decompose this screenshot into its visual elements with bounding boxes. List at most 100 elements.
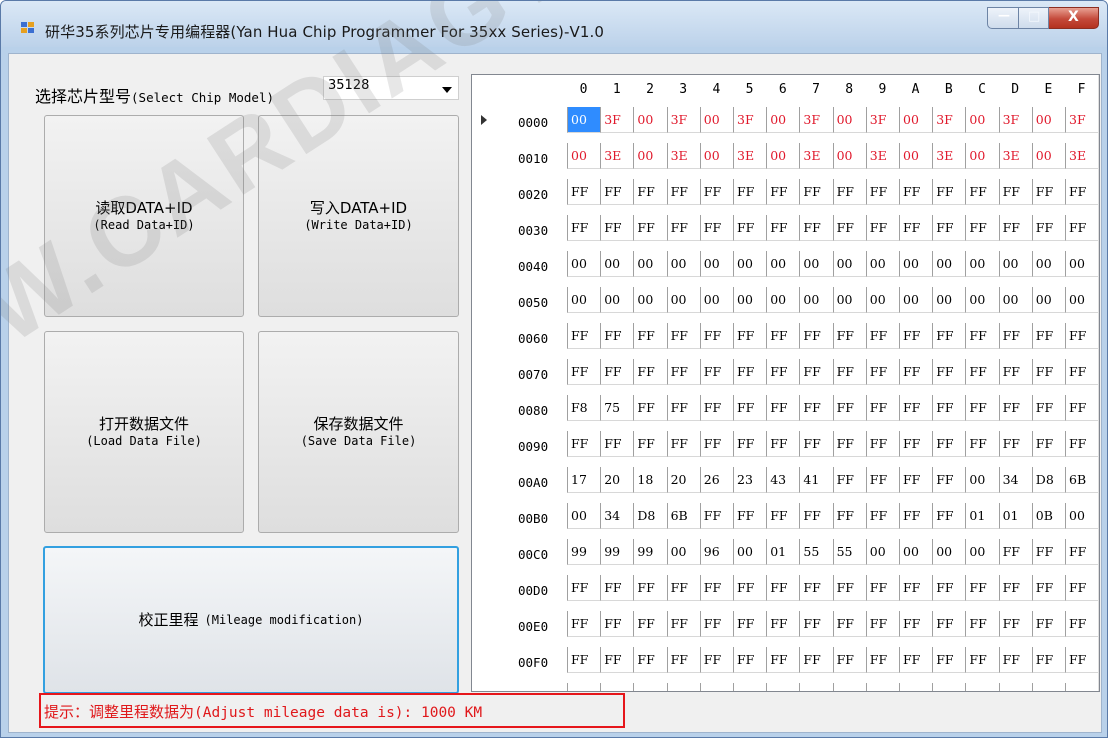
column-header[interactable]: 3	[666, 75, 700, 103]
hex-cell[interactable]: FF	[832, 467, 866, 493]
hex-cell[interactable]: FF	[1065, 683, 1098, 691]
hex-cell[interactable]: FF	[733, 611, 767, 637]
hex-cell[interactable]: 00	[567, 503, 601, 529]
hex-cell[interactable]: 3F	[600, 107, 634, 133]
hex-cell[interactable]: FF	[1065, 539, 1099, 565]
hex-cell[interactable]: 23	[733, 467, 767, 493]
hex-cell[interactable]: 00	[567, 287, 601, 313]
hex-cell[interactable]: FF	[865, 503, 899, 529]
hex-cell[interactable]: 6B	[666, 503, 700, 529]
hex-cell[interactable]: 43	[766, 467, 800, 493]
hex-cell[interactable]: FF	[832, 647, 866, 673]
hex-cell[interactable]: 6B	[1065, 467, 1099, 493]
hex-cell[interactable]: 0B	[1031, 503, 1065, 529]
column-header[interactable]: 5	[733, 75, 767, 103]
hex-cell[interactable]: FF	[865, 611, 899, 637]
maximize-button[interactable]: □	[1019, 7, 1049, 29]
hex-cell[interactable]: FF	[1031, 647, 1065, 673]
hex-cell[interactable]: FF	[965, 179, 999, 205]
row-header[interactable]: 0080	[472, 395, 567, 421]
hex-cell[interactable]: FF	[865, 323, 899, 349]
hex-cell[interactable]: FF	[932, 467, 966, 493]
hex-cell[interactable]: FF	[965, 575, 999, 601]
hex-cell[interactable]: FF	[932, 323, 966, 349]
hex-cell[interactable]: FF	[865, 683, 899, 691]
hex-cell[interactable]: 00	[699, 107, 733, 133]
hex-cell[interactable]: FF	[865, 575, 899, 601]
hex-cell[interactable]: FF	[600, 215, 634, 241]
column-header[interactable]: 1	[600, 75, 634, 103]
hex-cell[interactable]: FF	[899, 503, 933, 529]
hex-cell[interactable]: 55	[832, 539, 866, 565]
hex-cell[interactable]: FF	[865, 431, 899, 457]
hex-cell[interactable]: 3F	[932, 107, 966, 133]
hex-cell[interactable]: FF	[733, 179, 767, 205]
hex-cell[interactable]: 3F	[666, 107, 700, 133]
hex-cell[interactable]: FF	[1065, 431, 1099, 457]
row-header[interactable]: 00B0	[472, 503, 567, 529]
hex-cell[interactable]: FF	[567, 359, 601, 385]
hex-cell[interactable]: FF	[932, 395, 966, 421]
hex-cell[interactable]: FF	[932, 431, 966, 457]
hex-cell[interactable]: FF	[1031, 359, 1065, 385]
hex-cell[interactable]: 00	[1031, 251, 1065, 277]
hex-cell[interactable]: FF	[766, 179, 800, 205]
hex-cell[interactable]: 00	[832, 251, 866, 277]
column-header[interactable]: B	[932, 75, 966, 103]
dropdown-arrow-icon[interactable]	[442, 87, 452, 93]
hex-cell[interactable]: FF	[998, 395, 1032, 421]
hex-cell[interactable]: FF	[1065, 611, 1099, 637]
hex-cell[interactable]: 00	[965, 251, 999, 277]
hex-cell[interactable]: FF	[766, 575, 800, 601]
hex-cell[interactable]: 3E	[932, 143, 966, 169]
hex-cell[interactable]: FF	[666, 395, 700, 421]
hex-cell[interactable]: FF	[799, 683, 832, 691]
hex-cell[interactable]: FF	[733, 503, 767, 529]
row-header[interactable]: 0010	[472, 143, 567, 169]
hex-cell[interactable]: 3F	[865, 107, 899, 133]
hex-cell[interactable]: FF	[766, 215, 800, 241]
hex-cell[interactable]: FF	[832, 179, 866, 205]
hex-cell[interactable]: 01	[766, 539, 800, 565]
hex-cell[interactable]: FF	[633, 179, 667, 205]
hex-cell[interactable]: 18	[633, 467, 667, 493]
row-header[interactable]: 0090	[472, 431, 567, 457]
hex-cell[interactable]: FF	[998, 215, 1032, 241]
hex-cell[interactable]: FF	[965, 395, 999, 421]
hex-cell[interactable]: 00	[567, 251, 601, 277]
hex-cell[interactable]: D8	[633, 503, 667, 529]
hex-cell[interactable]: FF	[1065, 575, 1099, 601]
column-header[interactable]: 7	[799, 75, 833, 103]
hex-cell[interactable]: FF	[899, 179, 933, 205]
hex-cell[interactable]: 00	[1031, 107, 1065, 133]
hex-cell[interactable]: FF	[965, 359, 999, 385]
hex-cell[interactable]: FF	[766, 683, 799, 691]
hex-cell[interactable]: 00	[633, 287, 667, 313]
hex-cell[interactable]: 00	[965, 143, 999, 169]
row-header[interactable]: 00C0	[472, 539, 567, 565]
hex-cell[interactable]: FF	[766, 395, 800, 421]
row-header[interactable]: 0030	[472, 215, 567, 241]
hex-cell[interactable]: 00	[666, 251, 700, 277]
hex-cell[interactable]: FF	[899, 647, 933, 673]
hex-cell[interactable]: 00	[766, 287, 800, 313]
hex-cell[interactable]: 99	[600, 539, 634, 565]
hex-cell[interactable]: FF	[1065, 647, 1099, 673]
hex-cell[interactable]: FF	[832, 431, 866, 457]
hex-cell[interactable]: FF	[799, 359, 833, 385]
hex-cell[interactable]: FF	[832, 683, 866, 691]
hex-cell[interactable]: FF	[1065, 179, 1099, 205]
hex-cell[interactable]: 00	[965, 539, 999, 565]
hex-cell[interactable]: FF	[799, 323, 833, 349]
hex-cell[interactable]: 00	[1031, 287, 1065, 313]
hex-cell[interactable]: 75	[600, 395, 634, 421]
hex-cell[interactable]: F8	[567, 395, 601, 421]
hex-cell[interactable]: FF	[1065, 215, 1099, 241]
hex-cell[interactable]: FF	[965, 431, 999, 457]
row-header[interactable]: 0040	[472, 251, 567, 277]
read-data-id-button[interactable]: 读取DATA+ID (Read Data+ID)	[44, 115, 244, 317]
close-button[interactable]: X	[1049, 7, 1099, 29]
hex-cell[interactable]: FF	[567, 215, 601, 241]
hex-cell[interactable]: FF	[865, 179, 899, 205]
hex-cell[interactable]: FF	[932, 359, 966, 385]
